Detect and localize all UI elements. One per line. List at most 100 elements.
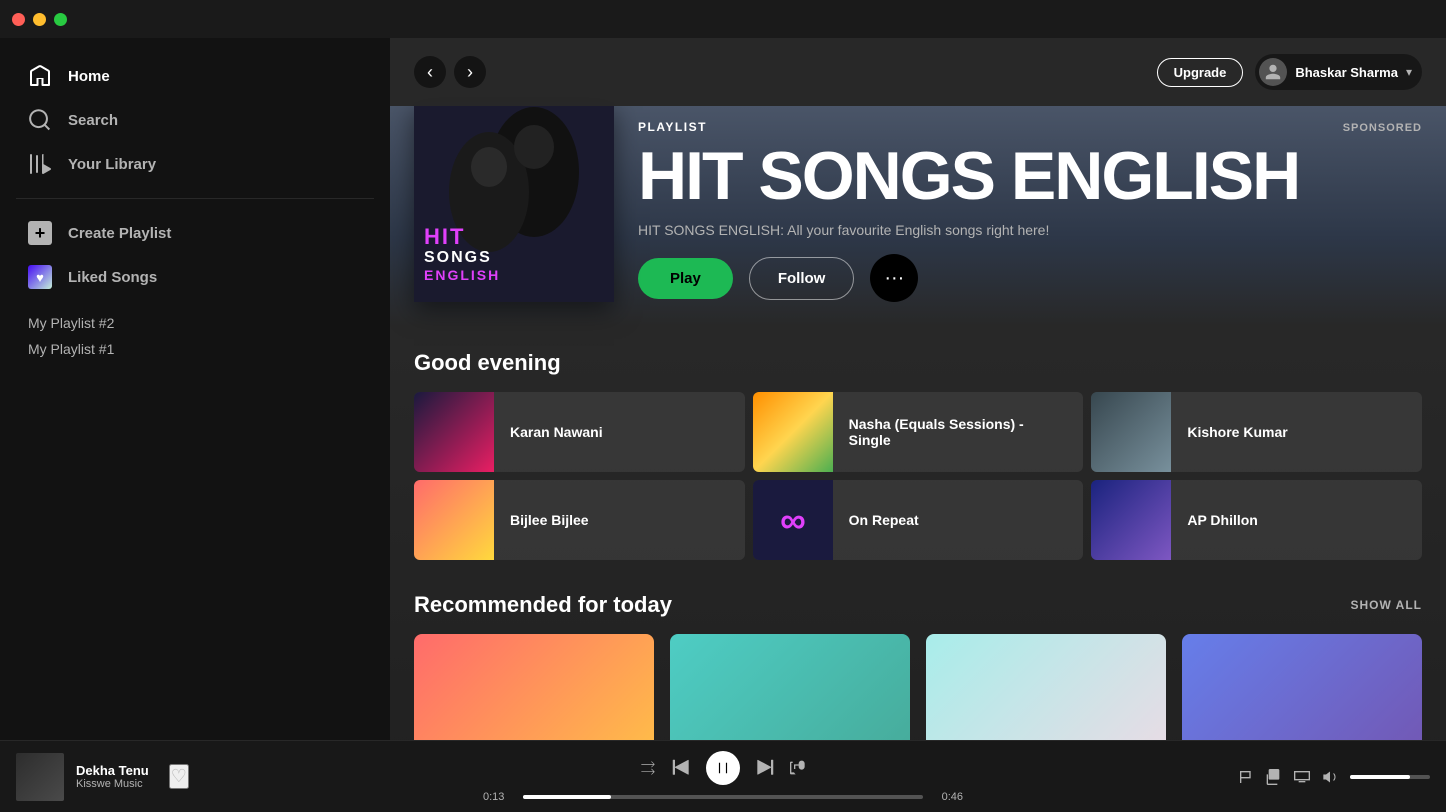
avatar [1259,58,1287,86]
search-icon [28,108,52,132]
card-on-repeat[interactable]: ∞ On Repeat [753,480,1084,560]
traffic-lights [12,13,67,26]
volume-fill [1350,775,1410,779]
back-button[interactable]: ‹ [414,56,446,88]
card-karan-nawani[interactable]: Karan Nawani [414,392,745,472]
sidebar-item-home[interactable]: Home [16,54,374,98]
maximize-button[interactable] [54,13,67,26]
more-options-button[interactable]: ··· [870,254,918,302]
upgrade-button[interactable]: Upgrade [1157,58,1244,87]
minimize-button[interactable] [33,13,46,26]
progress-bar[interactable] [523,795,923,799]
sidebar-playlist-1[interactable]: My Playlist #1 [28,341,362,357]
rec-card-4[interactable]: Mix Daily mix [1182,634,1422,740]
rec-thumb-2 [670,634,910,740]
sidebar-divider [16,198,374,199]
volume-bar[interactable] [1350,775,1430,779]
good-evening-grid: Karan Nawani Nasha (Equals Sessions) - S… [414,392,1422,560]
title-bar [0,0,1446,38]
sidebar-item-library-label: Your Library [68,156,156,173]
hero-section: SPONSORED HIT SONGS ENGLIS [390,106,1446,326]
card-ap-dhillon[interactable]: AP Dhillon [1091,480,1422,560]
library-icon [28,152,52,176]
create-playlist-icon: + [28,221,52,245]
recommended-title: Recommended for today [414,592,672,618]
show-all-button[interactable]: SHOW ALL [1350,598,1422,612]
hero-info: PLAYLIST HIT SONGS ENGLISH HIT SONGS ENG… [638,120,1422,302]
nav-arrows: ‹ › [414,56,486,88]
sidebar-item-library[interactable]: Your Library [16,142,374,186]
lyrics-button[interactable] [1238,769,1254,785]
on-repeat-label: On Repeat [833,512,935,528]
sidebar-item-liked-songs[interactable]: ♥ Liked Songs [16,255,374,299]
next-button[interactable] [756,759,774,777]
sidebar-item-create-playlist[interactable]: + Create Playlist [16,211,374,255]
follow-button[interactable]: Follow [749,257,855,300]
hero-cover-text: HIT SONGS ENGLISH [424,224,500,282]
playlist-type-label: PLAYLIST [638,120,1422,134]
liked-songs-label: Liked Songs [68,269,157,286]
svg-text:∞: ∞ [780,500,806,541]
liked-songs-icon: ♥ [28,265,52,289]
user-menu[interactable]: Bhaskar Sharma ▾ [1255,54,1422,90]
good-evening-title: Good evening [414,350,561,376]
progress-fill [523,795,611,799]
card-bijlee-bijlee[interactable]: Bijlee Bijlee [414,480,745,560]
forward-button[interactable]: › [454,56,486,88]
bijlee-bijlee-thumb [414,480,494,560]
main-content: ‹ › Upgrade Bhaskar Sharma ▾ SPONSORED [390,38,1446,740]
play-button[interactable]: Play [638,258,733,299]
player-bar: Dekha Tenu Kisswe Music ♡ 0:13 [0,740,1446,812]
card-nasha[interactable]: Nasha (Equals Sessions) - Single [753,392,1084,472]
kishore-kumar-thumb [1091,392,1171,472]
recommended-grid: Mix Daily mix Mix Daily mix Mix Daily [414,634,1422,740]
app-body: Home Search Your Library + [0,38,1446,740]
rec-card-3[interactable]: Mix Daily mix [926,634,1166,740]
devices-button[interactable] [1294,769,1310,785]
hero-cover-art: HIT SONGS ENGLISH [414,102,614,302]
sidebar-item-search[interactable]: Search [16,98,374,142]
sidebar-actions: + Create Playlist ♥ Liked Songs [0,211,390,299]
user-menu-chevron-icon: ▾ [1406,65,1412,79]
sidebar-item-home-label: Home [68,68,110,85]
player-left: Dekha Tenu Kisswe Music ♡ [16,753,296,801]
like-button[interactable]: ♡ [169,764,189,789]
player-track-name: Dekha Tenu [76,763,149,778]
player-track-info: Dekha Tenu Kisswe Music [76,763,149,790]
hero-description: HIT SONGS ENGLISH: All your favourite En… [638,222,1422,238]
sponsored-label: SPONSORED [1343,122,1422,134]
total-time: 0:46 [931,791,963,803]
player-right [1150,769,1430,785]
rec-card-2[interactable]: Mix Daily mix [670,634,910,740]
rec-thumb-4 [1182,634,1422,740]
nasha-thumb [753,392,833,472]
user-name-label: Bhaskar Sharma [1295,65,1398,80]
queue-button[interactable] [1266,769,1282,785]
repeat-button[interactable] [790,760,806,776]
play-pause-button[interactable] [706,751,740,785]
shuffle-button[interactable] [640,760,656,776]
on-repeat-thumb: ∞ [753,480,833,560]
player-album-art [16,753,64,801]
nasha-label: Nasha (Equals Sessions) - Single [833,416,1084,448]
create-playlist-label: Create Playlist [68,225,171,242]
hero-title: HIT SONGS ENGLISH [638,142,1422,210]
recommended-header: Recommended for today SHOW ALL [414,592,1422,618]
close-button[interactable] [12,13,25,26]
karan-nawani-thumb [414,392,494,472]
previous-button[interactable] [672,759,690,777]
bijlee-bijlee-label: Bijlee Bijlee [494,512,605,528]
rec-card-1[interactable]: Mix Daily mix [414,634,654,740]
rec-thumb-1 [414,634,654,740]
player-center: 0:13 0:46 [296,751,1150,803]
home-icon [28,64,52,88]
top-bar: ‹ › Upgrade Bhaskar Sharma ▾ [390,38,1446,106]
card-kishore-kumar[interactable]: Kishore Kumar [1091,392,1422,472]
hero-actions: Play Follow ··· [638,254,1422,302]
sidebar-item-search-label: Search [68,112,118,129]
current-time: 0:13 [483,791,515,803]
sidebar-playlist-2[interactable]: My Playlist #2 [28,315,362,331]
content-area: Good evening Karan Nawani Nasha (Equals … [390,326,1446,740]
volume-button[interactable] [1322,769,1338,785]
player-artist-name: Kisswe Music [76,778,149,790]
